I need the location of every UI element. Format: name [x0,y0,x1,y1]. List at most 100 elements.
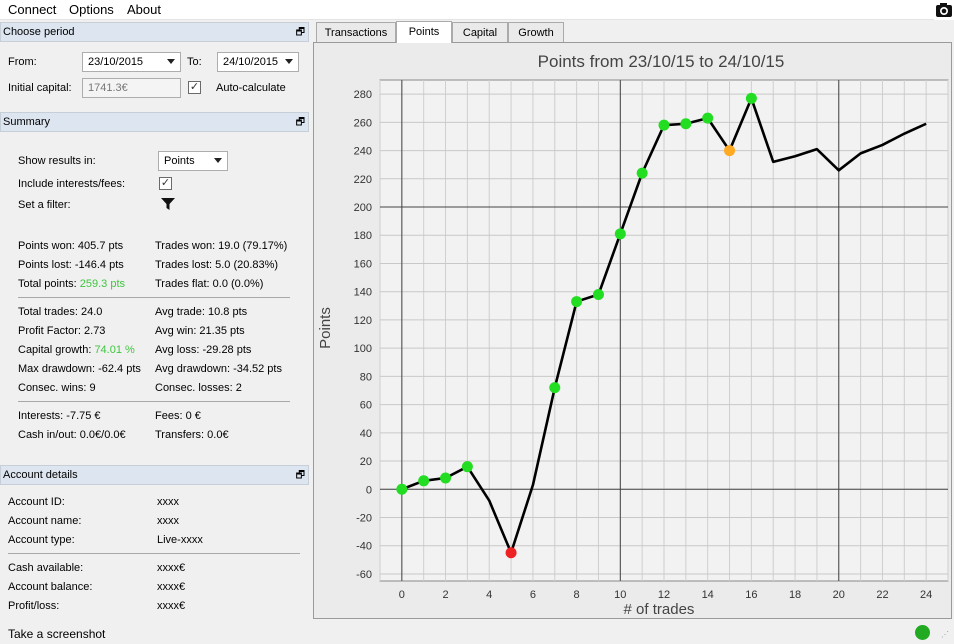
from-label: From: [8,56,37,68]
tab-points[interactable]: Points [396,21,452,43]
account-balance-label: Account balance: [8,581,93,593]
menu-connect[interactable]: Connect [8,2,56,17]
trade-point-marker [396,483,408,495]
account-name-label: Account name: [8,515,82,527]
chart-title: Points from 23/10/15 to 24/10/15 [538,52,785,71]
account-id-label: Account ID: [8,496,65,508]
total-points-label: Total points: [18,278,80,290]
total-points-value: 259.3 pts [79,278,126,290]
trade-point-marker [571,296,583,308]
from-date-select[interactable]: 23/10/2015 [82,52,181,72]
resize-grip-icon[interactable]: ⋰ [941,630,951,640]
to-date-select[interactable]: 24/10/2015 [217,52,299,72]
from-date-value: 23/10/2015 [88,56,144,68]
y-tick-label: 20 [360,456,372,468]
cash-available-label: Cash available: [8,562,84,574]
initial-capital-value: 1741.3€ [88,82,128,94]
float-icon[interactable]: 🗗 [296,24,305,42]
trade-point-marker [440,472,452,484]
tab-capital[interactable]: Capital [452,22,508,43]
panel-title-label: Choose period [3,26,75,38]
transfers: Transfers: 0.0€ [155,429,229,441]
show-results-select[interactable]: Points [158,151,228,171]
avg-loss: Avg loss: -29.28 pts [155,344,252,356]
profit-factor: Profit Factor: 2.73 [18,325,106,337]
trade-point-marker [658,119,670,131]
initial-capital-label: Initial capital: [8,82,72,94]
x-tick-label: 2 [442,589,448,601]
avg-drawdown: Avg drawdown: -34.52 pts [155,363,282,375]
x-tick-label: 4 [486,589,492,601]
y-tick-label: -60 [356,569,372,581]
account-name-value: xxxx [157,515,179,527]
trade-point-marker [745,92,757,104]
include-interests-checkbox[interactable]: ✓ [159,177,172,190]
y-tick-label: 260 [354,117,372,129]
tab-transactions[interactable]: Transactions [316,22,396,43]
camera-icon[interactable] [934,0,954,20]
filter-icon[interactable] [160,196,176,212]
set-filter-label: Set a filter: [18,199,71,211]
profit-loss-label: Profit/loss: [8,600,60,612]
tab-growth[interactable]: Growth [508,22,564,43]
interests: Interests: -7.75 € [18,410,101,422]
x-tick-label: 12 [658,589,670,601]
panel-title-summary: Summary 🗗 [0,112,309,132]
y-tick-label: 40 [360,428,372,440]
panel-title-label: Summary [3,116,51,128]
y-tick-label: 80 [360,371,372,383]
trades-flat: Trades flat: 0.0 (0.0%) [155,278,264,290]
auto-calculate-checkbox[interactable]: ✓ [188,81,201,94]
y-tick-label: 180 [354,230,372,242]
connection-status-indicator [915,625,930,640]
x-tick-label: 16 [745,589,757,601]
x-tick-label: 20 [833,589,845,601]
cash-available-value: xxxx€ [157,562,186,574]
float-icon[interactable]: 🗗 [296,467,305,485]
chevron-down-icon [285,59,293,64]
menu-options[interactable]: Options [69,2,114,17]
trade-point-marker [636,167,648,179]
trade-point-marker [724,145,736,157]
x-tick-label: 14 [702,589,714,601]
max-drawdown: Max drawdown: -62.4 pts [18,363,141,375]
divider [18,401,290,402]
y-tick-label: 160 [354,258,372,270]
take-screenshot-link[interactable]: Take a screenshot [8,627,105,641]
float-icon[interactable]: 🗗 [296,114,305,132]
initial-capital-field[interactable]: 1741.3€ [82,78,181,98]
consec-wins: Consec. wins: 9 [18,382,96,394]
avg-trade: Avg trade: 10.8 pts [155,306,248,318]
y-tick-label: 60 [360,400,372,412]
account-type-value: Live-xxxx [157,534,203,546]
panel-title-label: Account details [3,469,78,481]
x-axis-label: # of trades [624,601,695,618]
auto-calculate-label: Auto-calculate [216,82,286,94]
points-chart: Points from 23/10/15 to 24/10/15 # of tr… [317,52,949,618]
trades-lost: Trades lost: 5.0 (20.83%) [155,259,279,271]
account-id-value: xxxx [157,496,179,508]
y-tick-label: 240 [354,146,372,158]
total-trades: Total trades: 24.0 [18,306,103,318]
x-tick-label: 10 [614,589,626,601]
trade-point-marker [505,547,517,559]
y-tick-label: 100 [354,343,372,355]
chevron-down-icon [167,59,175,64]
to-label: To: [187,56,202,68]
account-balance-value: xxxx€ [157,581,186,593]
consec-losses: Consec. losses: 2 [155,382,242,394]
x-tick-label: 8 [574,589,580,601]
account-type-label: Account type: [8,534,75,546]
trade-point-marker [461,461,473,473]
points-won: Points won: 405.7 pts [18,240,124,252]
panel-title-period: Choose period 🗗 [0,22,309,42]
x-tick-label: 18 [789,589,801,601]
total-points: Total points: 259.3 pts [18,278,125,290]
trade-point-marker [680,118,692,130]
trade-point-marker [592,289,604,301]
trade-point-marker [614,228,626,240]
capital-growth: Capital growth: 74.01 % [18,344,135,356]
trade-point-marker [418,475,430,487]
menu-about[interactable]: About [127,2,161,17]
show-results-value: Points [164,155,195,167]
